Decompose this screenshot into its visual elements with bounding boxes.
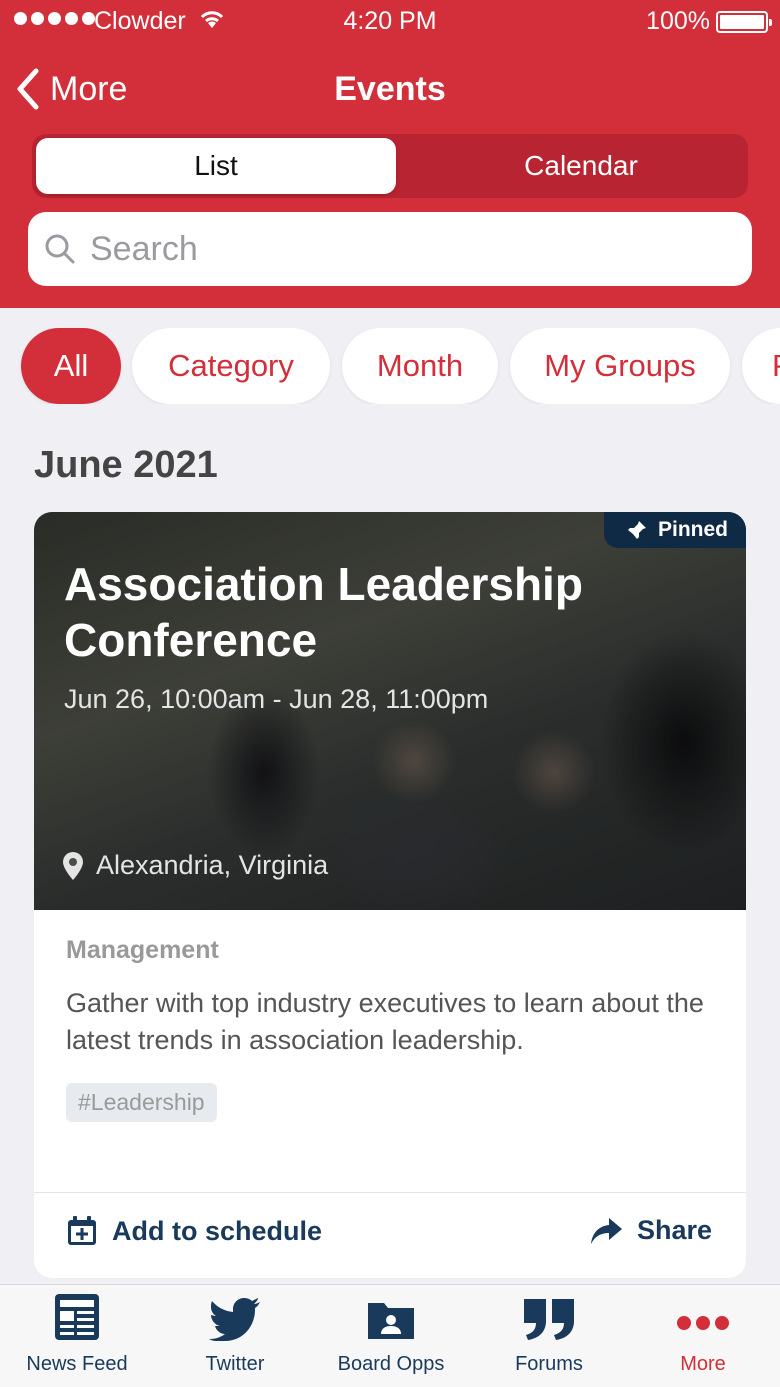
share-icon (590, 1217, 622, 1244)
event-card[interactable]: Pinned Association Leadership Conference… (34, 512, 746, 1278)
filter-chips: All Category Month My Groups P (0, 328, 780, 404)
tab-label: Forums (515, 1353, 583, 1375)
forums-icon (524, 1299, 574, 1340)
status-bar: Clowder 4:20 PM 100% (0, 0, 780, 44)
more-icon (677, 1316, 729, 1330)
event-dates: Jun 26, 10:00am - Jun 28, 11:00pm (64, 684, 489, 714)
add-to-schedule-label: Add to schedule (112, 1215, 323, 1246)
share-button[interactable]: Share (589, 1215, 712, 1246)
event-title: Association Leadership Conference (64, 558, 583, 666)
tab-label: More (680, 1353, 726, 1375)
search-bar (28, 212, 752, 286)
pinned-badge: Pinned (603, 512, 746, 548)
event-image: Pinned Association Leadership Conference… (34, 512, 746, 910)
event-category: Management (66, 936, 219, 964)
section-heading: June 2021 (34, 444, 218, 486)
event-description: Gather with top industry executives to l… (66, 988, 704, 1055)
filter-month[interactable]: Month (342, 328, 498, 404)
battery-percent: 100% (646, 7, 710, 35)
tab-label: News Feed (26, 1353, 128, 1375)
tab-board-opps[interactable]: Board Opps (326, 1285, 456, 1387)
tab-calendar[interactable]: Calendar (416, 138, 746, 194)
tab-forums[interactable]: Forums (498, 1285, 600, 1387)
filter-partial[interactable]: P (742, 328, 780, 404)
search-input[interactable] (90, 229, 690, 269)
search-icon (45, 234, 75, 264)
tab-news-feed[interactable]: News Feed (14, 1285, 140, 1387)
view-toggle: List Calendar (32, 134, 748, 198)
tab-more[interactable]: More (660, 1285, 746, 1387)
filter-category[interactable]: Category (132, 328, 330, 404)
twitter-icon (209, 1298, 260, 1341)
navigation-bar: More Events (0, 60, 780, 120)
header: Clowder 4:20 PM 100% More Events List Ca… (0, 0, 780, 308)
pinned-label: Pinned (657, 518, 728, 541)
event-tag[interactable]: #Leadership (66, 1083, 217, 1122)
tab-bar: News Feed Twitter Board Opps Forums More (0, 1284, 780, 1387)
event-actions: Add to schedule Share (34, 1192, 746, 1278)
location-pin-icon (63, 851, 83, 880)
tab-twitter[interactable]: Twitter (180, 1285, 290, 1387)
share-label: Share (636, 1215, 712, 1245)
filter-all[interactable]: All (21, 328, 121, 404)
filter-my-groups[interactable]: My Groups (510, 328, 730, 404)
event-details: Management Gather with top industry exec… (66, 936, 716, 1122)
pin-icon (626, 521, 646, 540)
location-label: Alexandria, Virginia (96, 850, 329, 880)
tab-list[interactable]: List (36, 138, 396, 194)
add-to-schedule-button[interactable]: Add to schedule (66, 1215, 322, 1247)
event-location: Alexandria, Virginia (62, 850, 328, 881)
battery-icon (716, 11, 772, 33)
page-title: Events (334, 70, 446, 108)
board-opps-icon (368, 1303, 414, 1339)
news-feed-icon (55, 1294, 99, 1340)
tab-label: Board Opps (337, 1353, 445, 1375)
tab-label: Twitter (205, 1353, 265, 1375)
calendar-add-icon (68, 1216, 96, 1245)
